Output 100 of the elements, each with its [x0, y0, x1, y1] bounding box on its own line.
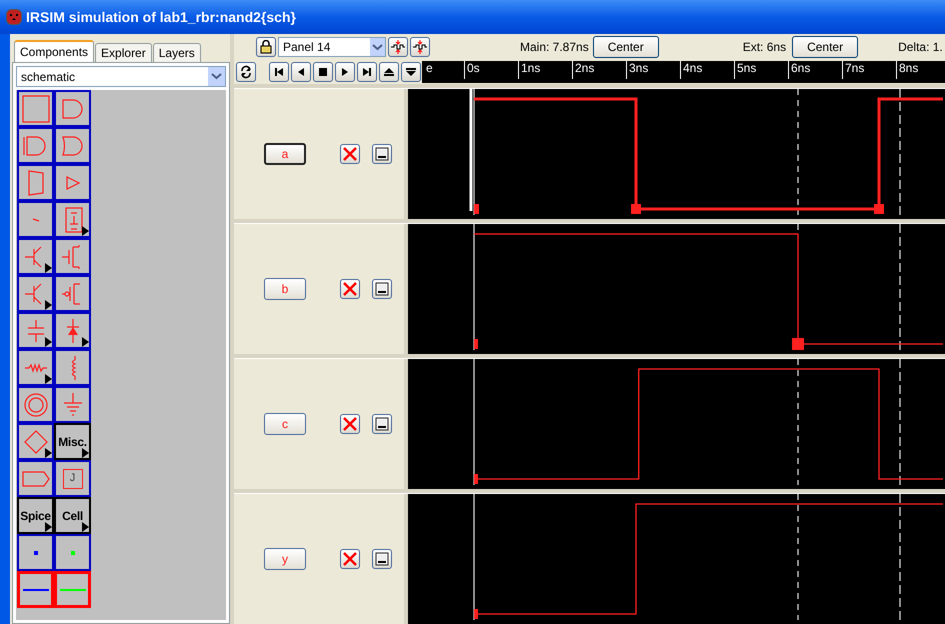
submenu-arrow-icon: [45, 263, 52, 273]
submenu-arrow-icon: [45, 522, 52, 532]
close-icon: [342, 281, 358, 297]
remove-signal-button[interactable]: [340, 144, 360, 164]
palette-item[interactable]: Spice: [17, 497, 54, 534]
skip-forward-icon: [361, 66, 373, 78]
center-button[interactable]: Center: [592, 36, 659, 58]
palette-item[interactable]: Cell: [54, 497, 91, 534]
app-icon: [6, 9, 22, 25]
play-button[interactable]: [335, 62, 355, 82]
down-button[interactable]: [401, 62, 421, 82]
palette-item[interactable]: [17, 571, 54, 608]
up-button[interactable]: [379, 62, 399, 82]
resistor-icon: [24, 362, 48, 372]
ruler-tick-label: 4ns: [680, 61, 734, 79]
delta-label: Delta: 1.: [898, 39, 943, 56]
palette-item[interactable]: [17, 460, 54, 497]
window-icon: [375, 552, 389, 566]
palette-item[interactable]: [54, 534, 91, 571]
hide-panel-button[interactable]: [372, 414, 392, 434]
palette-item[interactable]: [17, 164, 54, 201]
tab[interactable]: Components: [14, 40, 94, 62]
eject-icon: [383, 66, 395, 78]
palette-item[interactable]: [54, 90, 91, 127]
palette-item[interactable]: [54, 349, 91, 386]
palette-item[interactable]: [17, 238, 54, 275]
remove-signal-button[interactable]: [340, 549, 360, 569]
ruler-tick-label: 8ns: [896, 61, 945, 79]
palette-item[interactable]: [17, 90, 54, 127]
hide-panel-button[interactable]: [372, 279, 392, 299]
refresh-button[interactable]: [236, 62, 256, 82]
submenu-arrow-icon: [82, 337, 89, 347]
palette-item[interactable]: [17, 127, 54, 164]
expand-signal-icon: [390, 39, 406, 55]
fast-forward-button[interactable]: [357, 62, 377, 82]
ext-cursor-label: Ext: 6ns: [742, 39, 786, 56]
ruler-tick-label: 3ns: [626, 61, 680, 79]
skip-back-icon: [273, 66, 285, 78]
technology-dropdown[interactable]: schematic: [16, 66, 226, 87]
remove-signal-button[interactable]: [340, 279, 360, 299]
refresh-icon: [239, 65, 253, 79]
main-cursor-label: Main: 7.87ns: [520, 39, 589, 56]
lock-icon: [259, 40, 273, 54]
palette-item[interactable]: [17, 349, 54, 386]
zoom-button[interactable]: [388, 37, 408, 57]
ruler-label: e: [425, 61, 434, 75]
submenu-arrow-icon: [45, 337, 52, 347]
palette-item[interactable]: [17, 275, 54, 312]
palette-item[interactable]: [17, 201, 54, 238]
lock-button[interactable]: [256, 37, 276, 57]
rectangle-icon: [20, 92, 52, 124]
ruler-tick-label: 1ns: [518, 61, 572, 79]
palette-item[interactable]: [54, 312, 91, 349]
chevron-down-icon: [370, 38, 385, 56]
submenu-arrow-icon: [82, 522, 89, 532]
submenu-arrow-icon: [82, 448, 89, 458]
ruler-tick-label: 0s: [464, 61, 518, 79]
chevron-down-icon: [208, 67, 225, 86]
hide-panel-button[interactable]: [372, 144, 392, 164]
center-button[interactable]: Center: [792, 36, 858, 58]
palette-item[interactable]: [17, 423, 54, 460]
close-icon: [342, 551, 358, 567]
submenu-arrow-icon: [82, 226, 89, 236]
stop-icon: [317, 66, 329, 78]
remove-signal-button[interactable]: [340, 414, 360, 434]
palette-item[interactable]: [17, 534, 54, 571]
window-title: IRSIM simulation of lab1_rbr:nand2{sch}: [26, 8, 296, 27]
stop-button[interactable]: [313, 62, 333, 82]
ruler-tick-label: 2ns: [572, 61, 626, 79]
palette-item[interactable]: [54, 275, 91, 312]
zoom-button[interactable]: [410, 37, 430, 57]
palette-item[interactable]: [54, 164, 91, 201]
window-icon: [375, 147, 389, 161]
window-icon: [375, 282, 389, 296]
panel-dropdown[interactable]: Panel 14: [278, 37, 386, 57]
close-icon: [342, 146, 358, 162]
ruler-tick-label: 6ns: [788, 61, 842, 79]
submenu-arrow-icon: [45, 374, 52, 384]
submenu-arrow-icon: [45, 448, 52, 458]
tab[interactable]: Explorer: [95, 43, 152, 62]
palette-item[interactable]: Misc.: [54, 423, 91, 460]
palette-item[interactable]: [17, 386, 54, 423]
palette-item[interactable]: [54, 127, 91, 164]
ruler-tick-label: 5ns: [734, 61, 788, 79]
palette-item[interactable]: [54, 386, 91, 423]
close-icon: [342, 416, 358, 432]
submenu-arrow-icon: [45, 300, 52, 310]
palette-item[interactable]: [17, 312, 54, 349]
hide-panel-button[interactable]: [372, 549, 392, 569]
move-down-icon: [405, 66, 417, 78]
palette-item[interactable]: J: [54, 460, 91, 497]
rewind-button[interactable]: [269, 62, 289, 82]
palette-item[interactable]: [54, 201, 91, 238]
back-button[interactable]: [291, 62, 311, 82]
palette-item[interactable]: [54, 238, 91, 275]
ruler-tick-label: 7ns: [842, 61, 896, 79]
arc-icon: [30, 216, 40, 223]
tab[interactable]: Layers: [152, 43, 201, 62]
expand-signal-icon: [412, 39, 428, 55]
window-icon: [375, 417, 389, 431]
